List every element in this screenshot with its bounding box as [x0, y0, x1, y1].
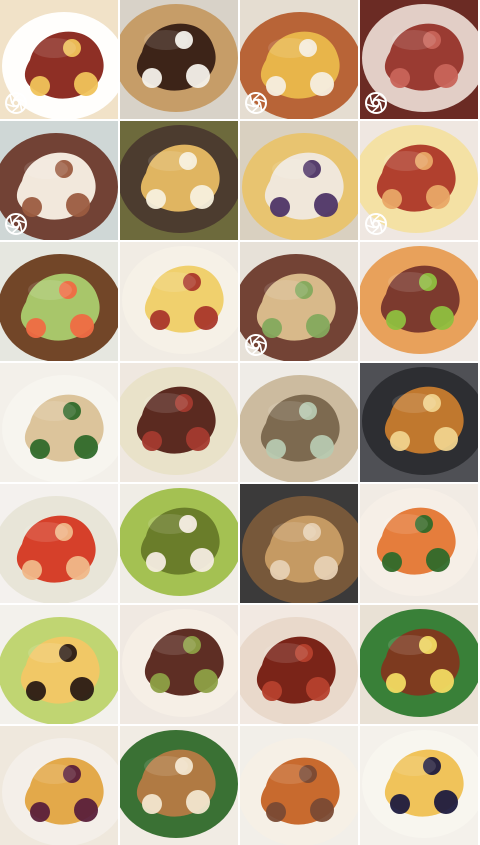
live-photo-icon: [5, 213, 27, 235]
photo-thumbnail[interactable]: [240, 363, 358, 482]
photo-thumbnail[interactable]: [0, 121, 118, 240]
photo-thumbnail[interactable]: [240, 726, 358, 845]
photo-thumbnail[interactable]: [240, 121, 358, 240]
photo-thumbnail[interactable]: [120, 605, 238, 724]
pancake-sausage-photo: [120, 363, 238, 482]
photo-thumbnail[interactable]: [120, 484, 238, 603]
pudding-grapes-photo: [0, 605, 118, 724]
pancake-plum-photo: [0, 726, 118, 845]
brownie-bowl-photo: [120, 0, 238, 119]
live-photo-icon: [365, 213, 387, 235]
photo-thumbnail[interactable]: [360, 726, 478, 845]
dumpling-dishes-photo: [240, 121, 358, 240]
kiwi-salmon-photo: [0, 242, 118, 361]
crepe-sausage-photo: [120, 242, 238, 361]
photo-thumbnail[interactable]: [120, 0, 238, 119]
photo-thumbnail[interactable]: [120, 121, 238, 240]
photo-thumbnail[interactable]: [360, 605, 478, 724]
sweet-potato-photo: [240, 726, 358, 845]
photo-thumbnail[interactable]: [360, 363, 478, 482]
wonton-soup-photo: [240, 363, 358, 482]
photo-thumbnail[interactable]: [120, 242, 238, 361]
photo-thumbnail[interactable]: [240, 605, 358, 724]
kiwi-bread-photo: [120, 484, 238, 603]
photo-thumbnail[interactable]: [240, 484, 358, 603]
braised-meat-photo: [240, 605, 358, 724]
photo-thumbnail[interactable]: [120, 726, 238, 845]
photo-thumbnail[interactable]: [0, 726, 118, 845]
photo-thumbnail[interactable]: [240, 242, 358, 361]
live-photo-icon: [5, 92, 27, 114]
steak-grapes-photo: [360, 242, 478, 361]
dumplings-greens-photo: [0, 363, 118, 482]
live-photo-icon: [245, 334, 267, 356]
roll-cake-photo: [120, 726, 238, 845]
shrimp-pepper-photo: [360, 484, 478, 603]
photo-thumbnail[interactable]: [240, 0, 358, 119]
live-photo-icon: [245, 92, 267, 114]
fried-noodles-photo: [240, 484, 358, 603]
crepe-table-photo: [120, 121, 238, 240]
sliced-steak-photo: [120, 605, 238, 724]
photo-thumbnail[interactable]: [120, 363, 238, 482]
tomato-soup-photo: [0, 484, 118, 603]
photo-thumbnail[interactable]: [360, 242, 478, 361]
eel-egg-photo: [360, 605, 478, 724]
live-photo-icon: [365, 92, 387, 114]
photo-thumbnail[interactable]: [0, 0, 118, 119]
photo-thumbnail[interactable]: [0, 363, 118, 482]
photo-thumbnail[interactable]: [360, 484, 478, 603]
crepe-blueberry-photo: [360, 726, 478, 845]
photo-thumbnail[interactable]: [360, 0, 478, 119]
photo-thumbnail[interactable]: [0, 242, 118, 361]
photo-thumbnail[interactable]: [0, 605, 118, 724]
photo-grid: [0, 0, 480, 845]
photo-thumbnail[interactable]: [360, 121, 478, 240]
glazed-omelette-photo: [360, 363, 478, 482]
photo-thumbnail[interactable]: [0, 484, 118, 603]
